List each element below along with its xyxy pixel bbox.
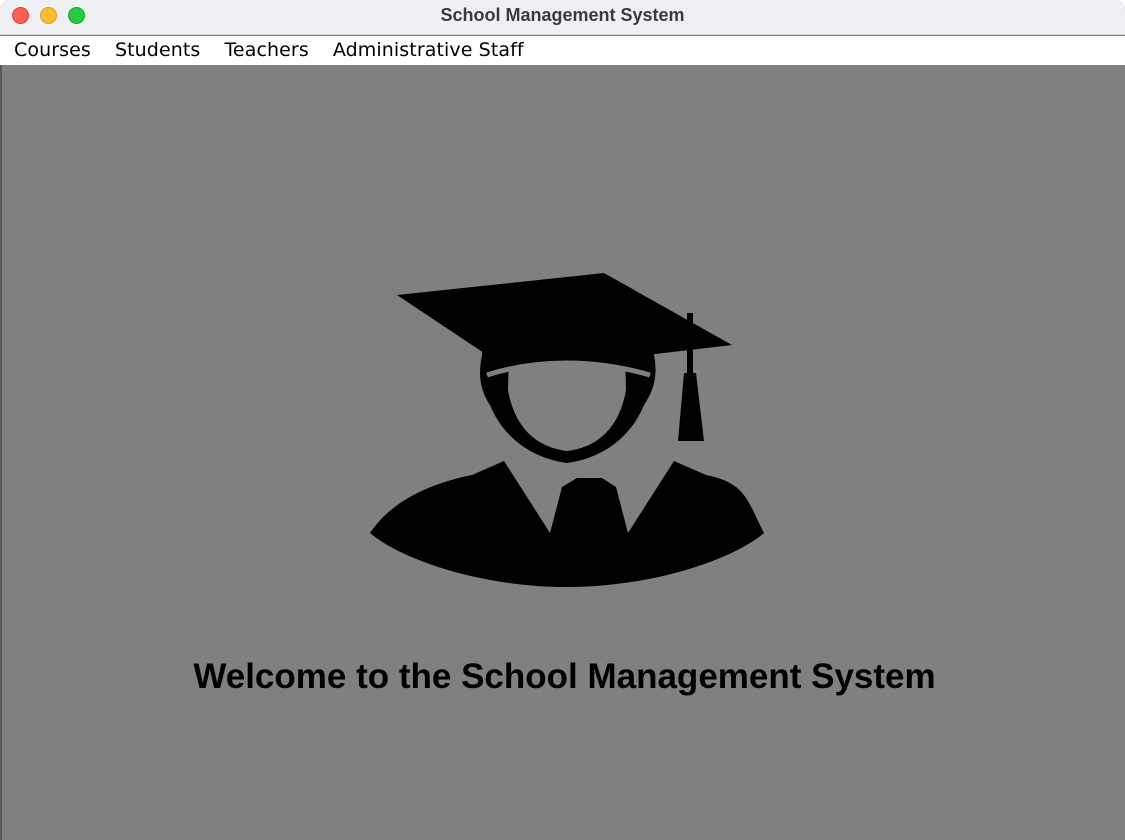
graduate-tassel-cord [687,313,693,375]
menu-courses[interactable]: Courses [2,36,103,65]
app-window: School Management System Courses Student… [0,0,1125,840]
menu-bar: Courses Students Teachers Administrative… [0,36,1125,65]
welcome-heading: Welcome to the School Management System [193,657,936,696]
menu-students[interactable]: Students [103,36,213,65]
menu-administrative-staff[interactable]: Administrative Staff [321,36,536,65]
graduate-body [370,461,764,587]
graduate-tassel [678,373,704,441]
window-title: School Management System [440,5,685,25]
graduate-icon [370,273,764,587]
menu-teachers[interactable]: Teachers [212,36,320,65]
main-content: Welcome to the School Management System [0,65,1125,840]
title-bar[interactable]: School Management System [0,0,1125,35]
